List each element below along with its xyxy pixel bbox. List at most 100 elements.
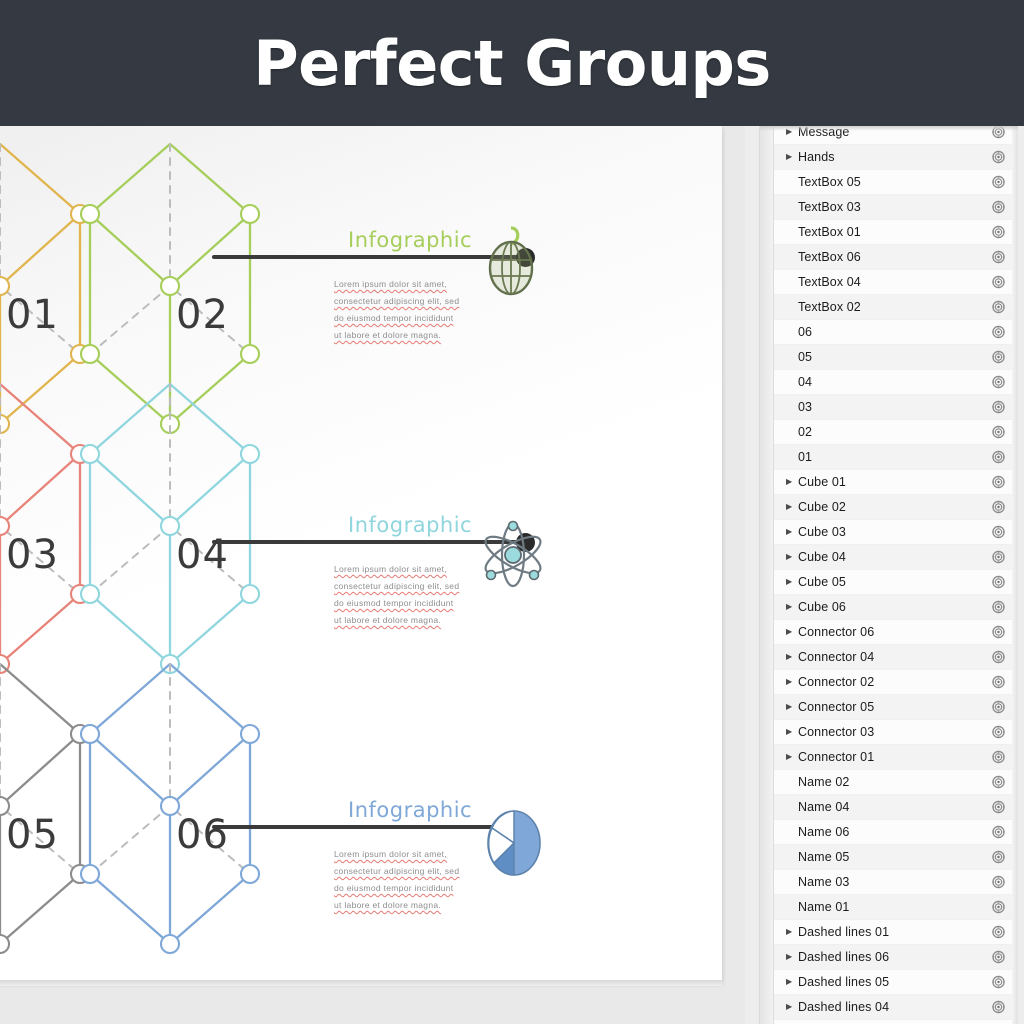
layer-list[interactable]: ▶Message ▶Hands ▶TextBox 05 ▶TextBox 03 … [774, 126, 1012, 1020]
layer-row[interactable]: ▶ Connector 06 [774, 620, 1012, 645]
visibility-toggle-icon[interactable] [992, 625, 1005, 639]
layer-row[interactable]: ▶06 [774, 320, 1012, 345]
expand-triangle-icon[interactable]: ▶ [786, 128, 796, 136]
cube-05[interactable]: 05 [0, 656, 91, 955]
expand-triangle-icon[interactable]: ▶ [786, 603, 796, 611]
visibility-toggle-icon[interactable] [992, 300, 1005, 314]
expand-triangle-icon[interactable]: ▶ [786, 678, 796, 686]
visibility-toggle-icon[interactable] [992, 275, 1005, 289]
layer-row[interactable]: ▶03 [774, 395, 1012, 420]
layer-row[interactable]: ▶ Cube 01 [774, 470, 1012, 495]
visibility-toggle-icon[interactable] [992, 250, 1005, 264]
layer-row[interactable]: ▶Name 03 [774, 870, 1012, 895]
visibility-toggle-icon[interactable] [992, 1000, 1005, 1014]
layer-row[interactable]: ▶ Dashed lines 04 [774, 995, 1012, 1020]
visibility-toggle-icon[interactable] [992, 875, 1005, 889]
layer-row[interactable]: ▶ Cube 05 [774, 570, 1012, 595]
layer-row[interactable]: ▶TextBox 02 [774, 295, 1012, 320]
expand-triangle-icon[interactable]: ▶ [786, 978, 796, 986]
expand-triangle-icon[interactable]: ▶ [786, 503, 796, 511]
visibility-toggle-icon[interactable] [992, 800, 1005, 814]
layer-row[interactable]: ▶Name 02 [774, 770, 1012, 795]
visibility-toggle-icon[interactable] [992, 700, 1005, 714]
layer-row[interactable]: ▶ Cube 04 [774, 545, 1012, 570]
expand-triangle-icon[interactable]: ▶ [786, 153, 796, 161]
visibility-toggle-icon[interactable] [992, 126, 1005, 139]
visibility-toggle-icon[interactable] [992, 175, 1005, 189]
expand-triangle-icon[interactable]: ▶ [786, 728, 796, 736]
visibility-toggle-icon[interactable] [992, 150, 1005, 164]
visibility-toggle-icon[interactable] [992, 200, 1005, 214]
expand-triangle-icon[interactable]: ▶ [786, 928, 796, 936]
layer-row[interactable]: ▶04 [774, 370, 1012, 395]
layer-row[interactable]: ▶TextBox 01 [774, 220, 1012, 245]
visibility-toggle-icon[interactable] [992, 975, 1005, 989]
visibility-toggle-icon[interactable] [992, 425, 1005, 439]
layer-row[interactable]: ▶Name 06 [774, 820, 1012, 845]
expand-triangle-icon[interactable]: ▶ [786, 478, 796, 486]
visibility-toggle-icon[interactable] [992, 575, 1005, 589]
layer-row[interactable]: ▶TextBox 04 [774, 270, 1012, 295]
slide-surface[interactable]: 01 02 03 04 05 06 Infographic Lorem ipsu… [0, 126, 722, 982]
layer-row[interactable]: ▶05 [774, 345, 1012, 370]
layer-row[interactable]: ▶TextBox 03 [774, 195, 1012, 220]
cube-06[interactable]: 06 [79, 656, 261, 955]
visibility-toggle-icon[interactable] [992, 325, 1005, 339]
layer-row[interactable]: ▶01 [774, 445, 1012, 470]
visibility-toggle-icon[interactable] [992, 825, 1005, 839]
slide-canvas[interactable]: 01 02 03 04 05 06 Infographic Lorem ipsu… [0, 126, 745, 1024]
layer-row[interactable]: ▶Name 05 [774, 845, 1012, 870]
expand-triangle-icon[interactable]: ▶ [786, 553, 796, 561]
visibility-toggle-icon[interactable] [992, 450, 1005, 464]
expand-triangle-icon[interactable]: ▶ [786, 653, 796, 661]
layer-row[interactable]: ▶ Cube 03 [774, 520, 1012, 545]
layer-row[interactable]: ▶ Dashed lines 05 [774, 970, 1012, 995]
expand-triangle-icon[interactable]: ▶ [786, 753, 796, 761]
expand-triangle-icon[interactable]: ▶ [786, 1003, 796, 1011]
visibility-toggle-icon[interactable] [992, 850, 1005, 864]
visibility-toggle-icon[interactable] [992, 400, 1005, 414]
layer-row[interactable]: ▶ Cube 02 [774, 495, 1012, 520]
visibility-toggle-icon[interactable] [992, 500, 1005, 514]
layers-panel-body[interactable]: ▶Message ▶Hands ▶TextBox 05 ▶TextBox 03 … [759, 126, 1018, 1024]
visibility-toggle-icon[interactable] [992, 650, 1005, 664]
expand-triangle-icon[interactable]: ▶ [786, 578, 796, 586]
layer-row[interactable]: ▶ Message [774, 126, 1012, 145]
visibility-toggle-icon[interactable] [992, 550, 1005, 564]
visibility-toggle-icon[interactable] [992, 675, 1005, 689]
expand-triangle-icon[interactable]: ▶ [786, 528, 796, 536]
visibility-toggle-icon[interactable] [992, 725, 1005, 739]
visibility-toggle-icon[interactable] [992, 525, 1005, 539]
cube-03[interactable]: 03 [0, 376, 91, 675]
visibility-toggle-icon[interactable] [992, 900, 1005, 914]
layer-row[interactable]: ▶ Dashed lines 01 [774, 920, 1012, 945]
visibility-toggle-icon[interactable] [992, 950, 1005, 964]
layer-row[interactable]: ▶ Cube 06 [774, 595, 1012, 620]
layer-row[interactable]: ▶Name 01 [774, 895, 1012, 920]
cube-04[interactable]: 04 [79, 376, 261, 675]
visibility-toggle-icon[interactable] [992, 225, 1005, 239]
layer-row[interactable]: ▶ Connector 05 [774, 695, 1012, 720]
expand-triangle-icon[interactable]: ▶ [786, 703, 796, 711]
expand-triangle-icon[interactable]: ▶ [786, 953, 796, 961]
expand-triangle-icon[interactable]: ▶ [786, 628, 796, 636]
visibility-toggle-icon[interactable] [992, 475, 1005, 489]
layer-row[interactable]: ▶Name 04 [774, 795, 1012, 820]
visibility-toggle-icon[interactable] [992, 750, 1005, 764]
visibility-toggle-icon[interactable] [992, 375, 1005, 389]
layer-row[interactable]: ▶ Connector 02 [774, 670, 1012, 695]
visibility-toggle-icon[interactable] [992, 925, 1005, 939]
layer-row[interactable]: ▶ Connector 04 [774, 645, 1012, 670]
panel-scrollbar[interactable] [1012, 126, 1018, 1024]
layer-row[interactable]: ▶ Hands [774, 145, 1012, 170]
visibility-toggle-icon[interactable] [992, 600, 1005, 614]
layer-row[interactable]: ▶TextBox 06 [774, 245, 1012, 270]
visibility-toggle-icon[interactable] [992, 775, 1005, 789]
layer-row[interactable]: ▶ Connector 03 [774, 720, 1012, 745]
layers-panel[interactable]: ▶Message ▶Hands ▶TextBox 05 ▶TextBox 03 … [745, 126, 1024, 1024]
layer-row[interactable]: ▶ Connector 01 [774, 745, 1012, 770]
visibility-toggle-icon[interactable] [992, 350, 1005, 364]
layer-row[interactable]: ▶02 [774, 420, 1012, 445]
layer-row[interactable]: ▶TextBox 05 [774, 170, 1012, 195]
layer-row[interactable]: ▶ Dashed lines 06 [774, 945, 1012, 970]
